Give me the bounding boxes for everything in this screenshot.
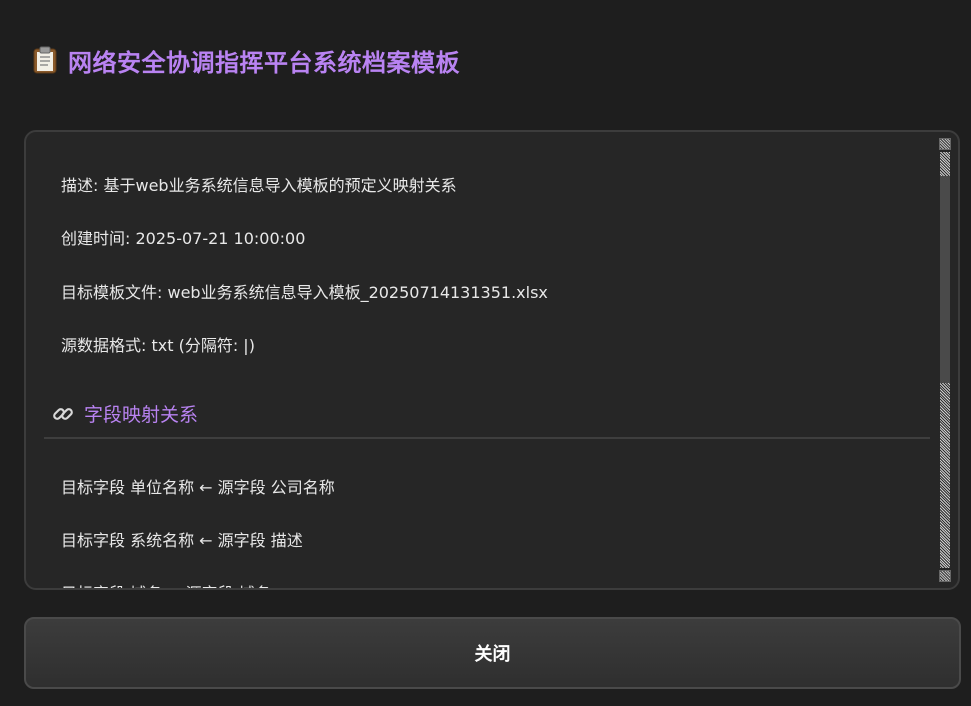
- description-text: 描述: 基于web业务系统信息导入模板的预定义映射关系: [61, 176, 457, 195]
- mapping-section-title: 字段映射关系: [84, 404, 199, 426]
- scroll-down-arrow[interactable]: [939, 570, 951, 582]
- page-title: 网络安全协调指挥平台系统档案模板: [68, 48, 460, 77]
- scroll-track[interactable]: [940, 152, 950, 568]
- mapping-section-header: 字段映射关系: [52, 400, 198, 427]
- title-row: 网络安全协调指挥平台系统档案模板: [32, 40, 460, 80]
- scroll-thumb[interactable]: [940, 176, 950, 383]
- mapping-row: 目标字段 系统名称 ← 源字段 描述: [61, 531, 303, 550]
- mapping-row: 目标字段 域名 ← 源字段 域名: [61, 580, 271, 588]
- target-file-text: 目标模板文件: web业务系统信息导入模板_20250714131351.xls…: [61, 283, 548, 302]
- section-divider: [44, 437, 930, 439]
- template-detail-panel: 描述: 基于web业务系统信息导入模板的预定义映射关系 创建时间: 2025-0…: [24, 130, 960, 590]
- link-icon: [53, 407, 73, 420]
- clipboard-icon: [33, 46, 57, 74]
- created-time-text: 创建时间: 2025-07-21 10:00:00: [61, 229, 306, 248]
- close-button[interactable]: 关闭: [24, 617, 961, 689]
- panel-scroll-content: 描述: 基于web业务系统信息导入模板的预定义映射关系 创建时间: 2025-0…: [26, 132, 934, 588]
- vertical-scrollbar[interactable]: [938, 138, 952, 582]
- source-format-text: 源数据格式: txt (分隔符: |): [61, 336, 255, 355]
- scroll-up-arrow[interactable]: [939, 138, 951, 150]
- mapping-row: 目标字段 单位名称 ← 源字段 公司名称: [61, 478, 335, 497]
